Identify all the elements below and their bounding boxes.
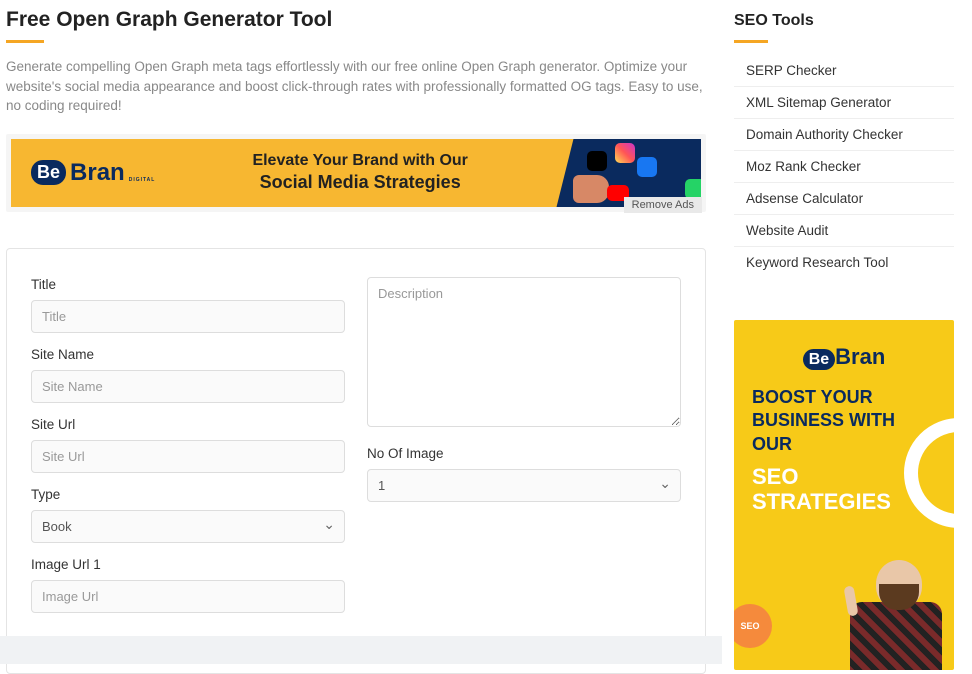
sidebar-item-adsense[interactable]: Adsense Calculator bbox=[734, 183, 954, 215]
image-url-input[interactable] bbox=[31, 580, 345, 613]
sidebar-item-xml[interactable]: XML Sitemap Generator bbox=[734, 87, 954, 119]
no-of-image-select[interactable]: 1 bbox=[367, 469, 681, 502]
site-name-input[interactable] bbox=[31, 370, 345, 403]
banner-text: Elevate Your Brand with Our Social Media… bbox=[155, 151, 565, 195]
type-select[interactable]: Book bbox=[31, 510, 345, 543]
hand-icon bbox=[573, 175, 609, 203]
person-graphic bbox=[836, 554, 946, 670]
page-title: Free Open Graph Generator Tool bbox=[6, 8, 706, 32]
title-underline bbox=[6, 40, 44, 43]
side-ad-logo-be: Be bbox=[803, 349, 835, 370]
facebook-icon bbox=[637, 157, 657, 177]
remove-ads-link[interactable]: Remove Ads bbox=[624, 197, 702, 213]
side-ad[interactable]: BeBran BOOST YOUR BUSINESS WITH OUR SEO … bbox=[734, 320, 954, 670]
title-input[interactable] bbox=[31, 300, 345, 333]
tiktok-icon bbox=[587, 151, 607, 171]
title-label: Title bbox=[31, 277, 345, 292]
sidebar-title: SEO Tools bbox=[734, 12, 954, 30]
instagram-icon bbox=[615, 143, 635, 163]
page-bottom-strip bbox=[0, 636, 722, 664]
banner-line2: Social Media Strategies bbox=[155, 171, 565, 194]
site-url-input[interactable] bbox=[31, 440, 345, 473]
banner-logo-bran: Bran bbox=[70, 159, 125, 187]
banner-logo: Be Bran DIGITAL bbox=[11, 159, 155, 187]
side-ad-logo: BeBran bbox=[752, 344, 936, 370]
side-ad-logo-bran: Bran bbox=[835, 344, 885, 369]
image-url-label: Image Url 1 bbox=[31, 557, 345, 572]
banner-line1: Elevate Your Brand with Our bbox=[155, 151, 565, 172]
sidebar-item-da[interactable]: Domain Authority Checker bbox=[734, 119, 954, 151]
sidebar-item-audit[interactable]: Website Audit bbox=[734, 215, 954, 247]
site-name-label: Site Name bbox=[31, 347, 345, 362]
whatsapp-icon bbox=[685, 179, 701, 199]
side-ad-boost: BOOST YOUR BUSINESS WITH OUR bbox=[752, 386, 936, 456]
site-url-label: Site Url bbox=[31, 417, 345, 432]
type-label: Type bbox=[31, 487, 345, 502]
sidebar-item-serp[interactable]: SERP Checker bbox=[734, 61, 954, 87]
sidebar-item-moz[interactable]: Moz Rank Checker bbox=[734, 151, 954, 183]
gear-icon bbox=[734, 604, 772, 648]
description-textarea[interactable] bbox=[367, 277, 681, 427]
sidebar-underline bbox=[734, 40, 768, 43]
banner-logo-be: Be bbox=[31, 160, 66, 185]
page-subtitle: Generate compelling Open Graph meta tags… bbox=[6, 57, 706, 116]
sidebar-list: SERP Checker XML Sitemap Generator Domai… bbox=[734, 61, 954, 278]
ad-banner-wrap: Be Bran DIGITAL Elevate Your Brand with … bbox=[6, 134, 706, 212]
ad-banner[interactable]: Be Bran DIGITAL Elevate Your Brand with … bbox=[11, 139, 701, 207]
form-card: Title Site Name Site Url Type Book bbox=[6, 248, 706, 674]
banner-logo-sub: DIGITAL bbox=[129, 177, 156, 183]
no-of-image-label: No Of Image bbox=[367, 446, 681, 461]
sidebar-item-keyword[interactable]: Keyword Research Tool bbox=[734, 247, 954, 278]
